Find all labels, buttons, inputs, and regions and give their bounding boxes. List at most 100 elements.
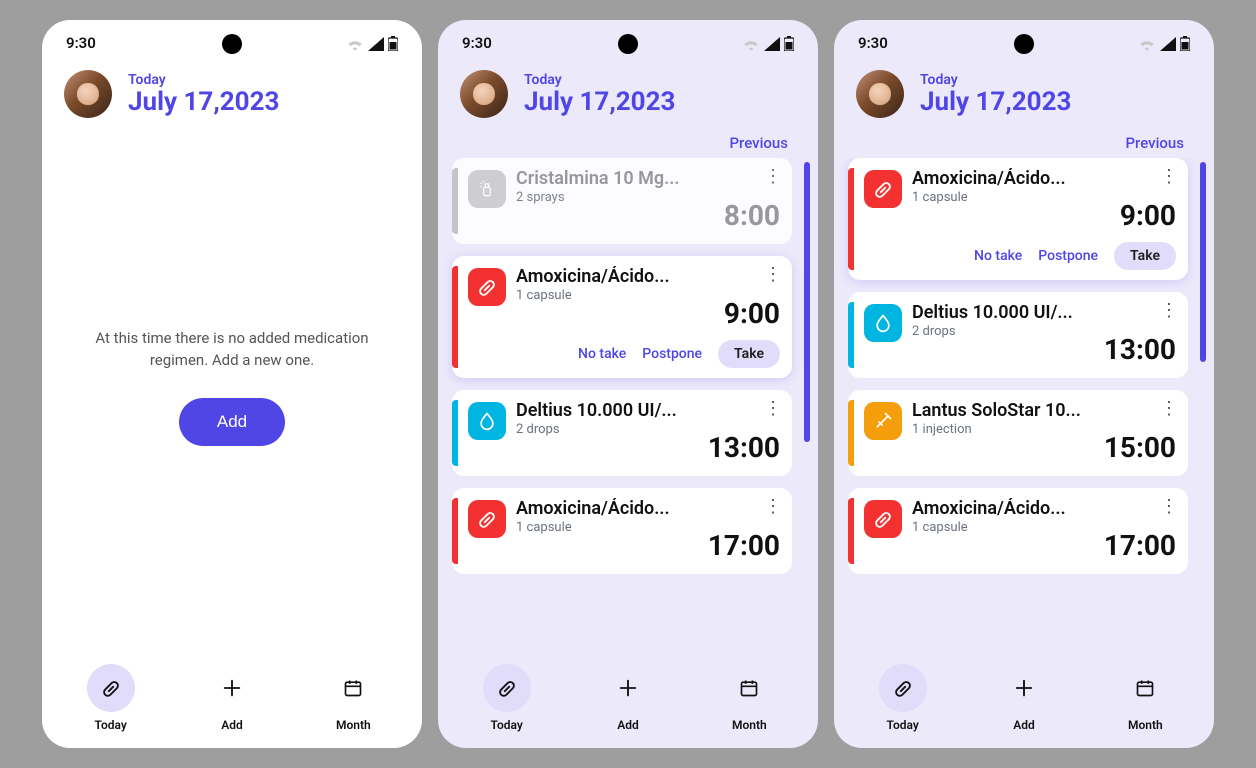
calendar-icon (1121, 664, 1169, 712)
med-card[interactable]: Deltius 10.000 UI/...2 drops13:00⋮ (452, 390, 792, 476)
signal-icon (1160, 37, 1176, 51)
pill-icon (483, 664, 531, 712)
nav-add[interactable]: Add (567, 664, 688, 732)
status-icons (1138, 36, 1190, 51)
nav-month[interactable]: Month (689, 664, 810, 732)
med-title: Amoxicina/Ácido... (912, 498, 1176, 519)
battery-icon (784, 36, 794, 51)
take-button[interactable]: Take (1114, 242, 1176, 270)
bottom-nav: Today Add Month (834, 648, 1214, 748)
syringe-icon (864, 402, 902, 440)
add-button[interactable]: Add (179, 398, 285, 446)
take-button[interactable]: Take (718, 340, 780, 368)
status-icons (346, 36, 398, 51)
phone-screen-list-b: 9:30 Today July 17,2023 Previous Amoxici… (834, 20, 1214, 748)
postpone-button[interactable]: Postpone (1038, 248, 1098, 264)
drop-icon (864, 304, 902, 342)
med-card[interactable]: Lantus SoloStar 10...1 injection15:00⋮ (848, 390, 1188, 476)
med-title: Amoxicina/Ácido... (516, 266, 780, 287)
nav-add-label: Add (1013, 718, 1035, 732)
phone-screen-list-a: 9:30 Today July 17,2023 Previous Cristal… (438, 20, 818, 748)
card-accent (848, 168, 854, 270)
header-label: Today (128, 72, 279, 88)
card-accent (848, 498, 854, 564)
more-icon[interactable]: ⋮ (1160, 302, 1178, 320)
status-time: 9:30 (858, 34, 888, 52)
more-icon[interactable]: ⋮ (764, 266, 782, 284)
avatar[interactable] (64, 70, 112, 118)
med-card[interactable]: Amoxicina/Ácido...1 capsule9:00No takePo… (452, 256, 792, 378)
pill-icon (87, 664, 135, 712)
header: Today July 17,2023 (42, 58, 422, 124)
nav-today[interactable]: Today (446, 664, 567, 732)
header-label: Today (920, 72, 1071, 88)
more-icon[interactable]: ⋮ (764, 400, 782, 418)
scrollbar[interactable] (1200, 162, 1206, 362)
more-icon[interactable]: ⋮ (1160, 400, 1178, 418)
med-card[interactable]: Amoxicina/Ácido...1 capsule9:00No takePo… (848, 158, 1188, 280)
calendar-icon (725, 664, 773, 712)
nav-add[interactable]: Add (963, 664, 1084, 732)
header-date: July 17,2023 (920, 88, 1071, 117)
previous-link[interactable]: Previous (834, 124, 1214, 158)
empty-state: At this time there is no added medicatio… (42, 124, 422, 648)
nav-today[interactable]: Today (50, 664, 171, 732)
card-accent (452, 168, 458, 234)
signal-icon (764, 37, 780, 51)
pill-icon (864, 170, 902, 208)
card-accent (848, 400, 854, 466)
nav-today-label: Today (887, 718, 919, 732)
med-time: 17:00 (912, 529, 1176, 562)
med-title: Deltius 10.000 UI/... (516, 400, 780, 421)
header: Today July 17,2023 (438, 58, 818, 124)
med-card[interactable]: Amoxicina/Ácido...1 capsule17:00⋮ (452, 488, 792, 574)
spray-icon (468, 170, 506, 208)
status-icons (742, 36, 794, 51)
card-accent (452, 266, 458, 368)
previous-link[interactable]: Previous (438, 124, 818, 158)
nav-add[interactable]: Add (171, 664, 292, 732)
camera-punch (618, 34, 638, 54)
header: Today July 17,2023 (834, 58, 1214, 124)
more-icon[interactable]: ⋮ (1160, 498, 1178, 516)
scrollbar[interactable] (804, 162, 810, 442)
postpone-button[interactable]: Postpone (642, 346, 702, 362)
med-card[interactable]: Amoxicina/Ácido...1 capsule17:00⋮ (848, 488, 1188, 574)
more-icon[interactable]: ⋮ (764, 168, 782, 186)
phone-screen-empty: 9:30 Today July 17,2023 At this time the… (42, 20, 422, 748)
nav-today-label: Today (95, 718, 127, 732)
no-take-button[interactable]: No take (974, 248, 1022, 264)
nav-month-label: Month (1128, 718, 1163, 732)
med-card[interactable]: Cristalmina 10 Mg...2 sprays8:00⋮ (452, 158, 792, 244)
battery-icon (388, 36, 398, 51)
med-time: 17:00 (516, 529, 780, 562)
med-title: Deltius 10.000 UI/... (912, 302, 1176, 323)
nav-add-label: Add (221, 718, 243, 732)
med-time: 13:00 (516, 431, 780, 464)
no-take-button[interactable]: No take (578, 346, 626, 362)
med-time: 9:00 (516, 297, 780, 330)
med-time: 8:00 (516, 199, 780, 232)
camera-punch (1014, 34, 1034, 54)
pill-icon (879, 664, 927, 712)
more-icon[interactable]: ⋮ (1160, 168, 1178, 186)
status-time: 9:30 (66, 34, 96, 52)
wifi-icon (742, 37, 760, 51)
med-time: 15:00 (912, 431, 1176, 464)
avatar[interactable] (856, 70, 904, 118)
plus-icon (604, 664, 652, 712)
med-title: Amoxicina/Ácido... (912, 168, 1176, 189)
nav-today[interactable]: Today (842, 664, 963, 732)
med-title: Amoxicina/Ácido... (516, 498, 780, 519)
avatar[interactable] (460, 70, 508, 118)
nav-month[interactable]: Month (1085, 664, 1206, 732)
med-card[interactable]: Deltius 10.000 UI/...2 drops13:00⋮ (848, 292, 1188, 378)
med-list: Cristalmina 10 Mg...2 sprays8:00⋮Amoxici… (438, 158, 818, 648)
more-icon[interactable]: ⋮ (764, 498, 782, 516)
med-list: Amoxicina/Ácido...1 capsule9:00No takePo… (834, 158, 1214, 648)
med-time: 13:00 (912, 333, 1176, 366)
nav-month[interactable]: Month (293, 664, 414, 732)
wifi-icon (346, 37, 364, 51)
plus-icon (208, 664, 256, 712)
empty-text: At this time there is no added medicatio… (82, 327, 382, 372)
